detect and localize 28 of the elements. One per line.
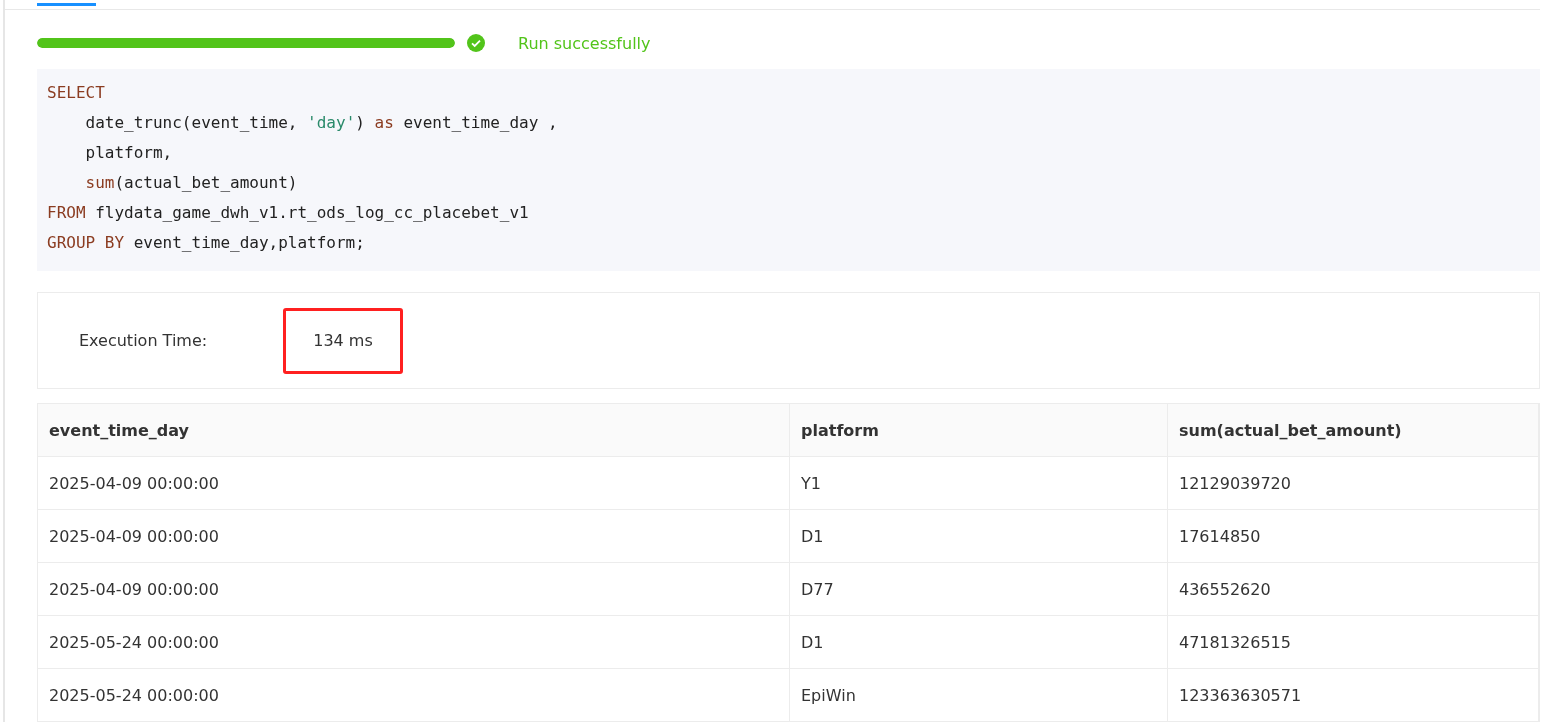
table-cell: D77 xyxy=(790,563,1168,615)
table-cell: 17614850 xyxy=(1168,510,1539,562)
table-cell: D1 xyxy=(790,616,1168,668)
code-line: FROM flydata_game_dwh_v1.rt_ods_log_cc_placebet_v1 xyxy=(47,202,529,224)
table-cell: 2025-04-09 00:00:00 xyxy=(38,563,790,615)
execution-label: Execution Time: xyxy=(79,331,209,350)
table-cell: 47181326515 xyxy=(1168,616,1539,668)
check-circle-icon xyxy=(467,34,485,52)
execution-value: 134 ms xyxy=(283,307,403,374)
code-line: SELECT xyxy=(47,82,105,104)
table-cell: 12129039720 xyxy=(1168,457,1539,509)
status-message: Run successfully xyxy=(518,33,651,53)
table-cell: 2025-05-24 00:00:00 xyxy=(38,616,790,668)
table-cell: 436552620 xyxy=(1168,563,1539,615)
code-line: GROUP BY event_time_day,platform; xyxy=(47,232,365,254)
column-header: sum(actual_bet_amount) xyxy=(1168,404,1539,456)
code-line: date_trunc(event_time, 'day') as event_time_day , xyxy=(84,112,558,134)
code-line: sum(actual_bet_amount) xyxy=(84,172,298,194)
table-cell: 2025-04-09 00:00:00 xyxy=(38,457,790,509)
code-line: platform, xyxy=(84,142,173,164)
table-cell: 2025-04-09 00:00:00 xyxy=(38,510,790,562)
table-cell: 123363630571 xyxy=(1168,669,1539,721)
column-header: platform xyxy=(790,404,1168,456)
table-cell: Y1 xyxy=(790,457,1168,509)
table-cell: 2025-05-24 00:00:00 xyxy=(38,669,790,721)
table-cell: D1 xyxy=(790,510,1168,562)
column-header: event_time_day xyxy=(38,404,790,456)
table-cell: EpiWin xyxy=(790,669,1168,721)
